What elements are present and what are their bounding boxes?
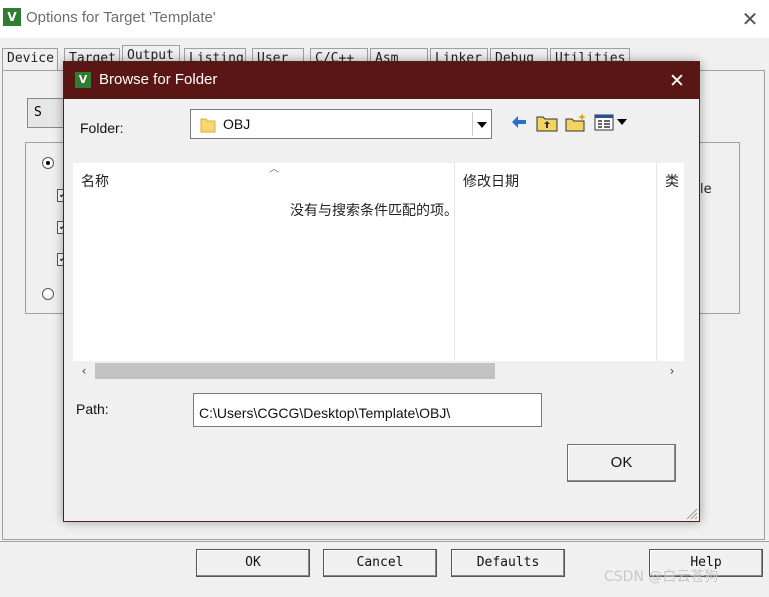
browse-folder-dialog: V Browse for Folder ✕ Folder: OBJ ︿ 名称 修… [63,61,700,522]
sort-ascending-icon: ︿ [269,164,279,175]
watermark: CSDN @白云苍狗 [604,569,719,585]
folder-list-view[interactable]: ︿ 名称 修改日期 类 没有与搜索条件匹配的项。 [73,163,684,381]
column-divider [656,163,657,361]
empty-results-message: 没有与搜索条件匹配的项。 [290,203,458,219]
create-library-radio[interactable] [42,288,54,300]
folder-label: Folder: [80,120,124,136]
up-folder-icon[interactable] [536,112,558,132]
folder-icon [200,118,216,133]
new-folder-icon[interactable] [565,112,587,132]
scroll-right-icon[interactable]: › [663,361,681,381]
tab-device[interactable]: Device [2,48,58,70]
separator [0,541,769,542]
keil-app-icon: V [75,72,91,88]
path-input[interactable] [193,393,542,427]
path-label: Path: [76,401,109,417]
chevron-down-icon[interactable] [472,112,490,136]
ok-button[interactable]: OK [567,444,676,482]
horizontal-scrollbar[interactable]: ‹ › [73,361,684,381]
partial-option-label: le [700,182,712,197]
keil-app-icon: V [3,8,21,26]
create-executable-radio[interactable] [42,157,54,169]
defaults-button[interactable]: Defaults [451,549,565,577]
options-window-title: Options for Target 'Template' [26,9,216,26]
cancel-button[interactable]: Cancel [323,549,437,577]
dialog-title: Browse for Folder [99,71,218,88]
resize-grip-icon[interactable] [684,506,698,520]
back-arrow-icon[interactable] [510,112,528,132]
folder-dropdown[interactable]: OBJ [190,109,492,139]
folder-dropdown-value: OBJ [223,116,251,132]
column-header-name[interactable]: 名称 [81,171,201,191]
column-divider [454,163,455,361]
close-icon[interactable]: ✕ [737,6,763,32]
view-menu-icon[interactable] [594,112,630,132]
scrollbar-thumb[interactable] [95,363,495,379]
column-header-type[interactable]: 类 [665,171,684,191]
column-header-modified[interactable]: 修改日期 [463,171,583,191]
options-titlebar: V Options for Target 'Template' ✕ [0,0,769,38]
dialog-titlebar[interactable]: V Browse for Folder ✕ [64,62,699,99]
scroll-left-icon[interactable]: ‹ [75,361,93,381]
close-icon[interactable]: ✕ [664,68,690,94]
ok-button-background[interactable]: OK [196,549,310,577]
